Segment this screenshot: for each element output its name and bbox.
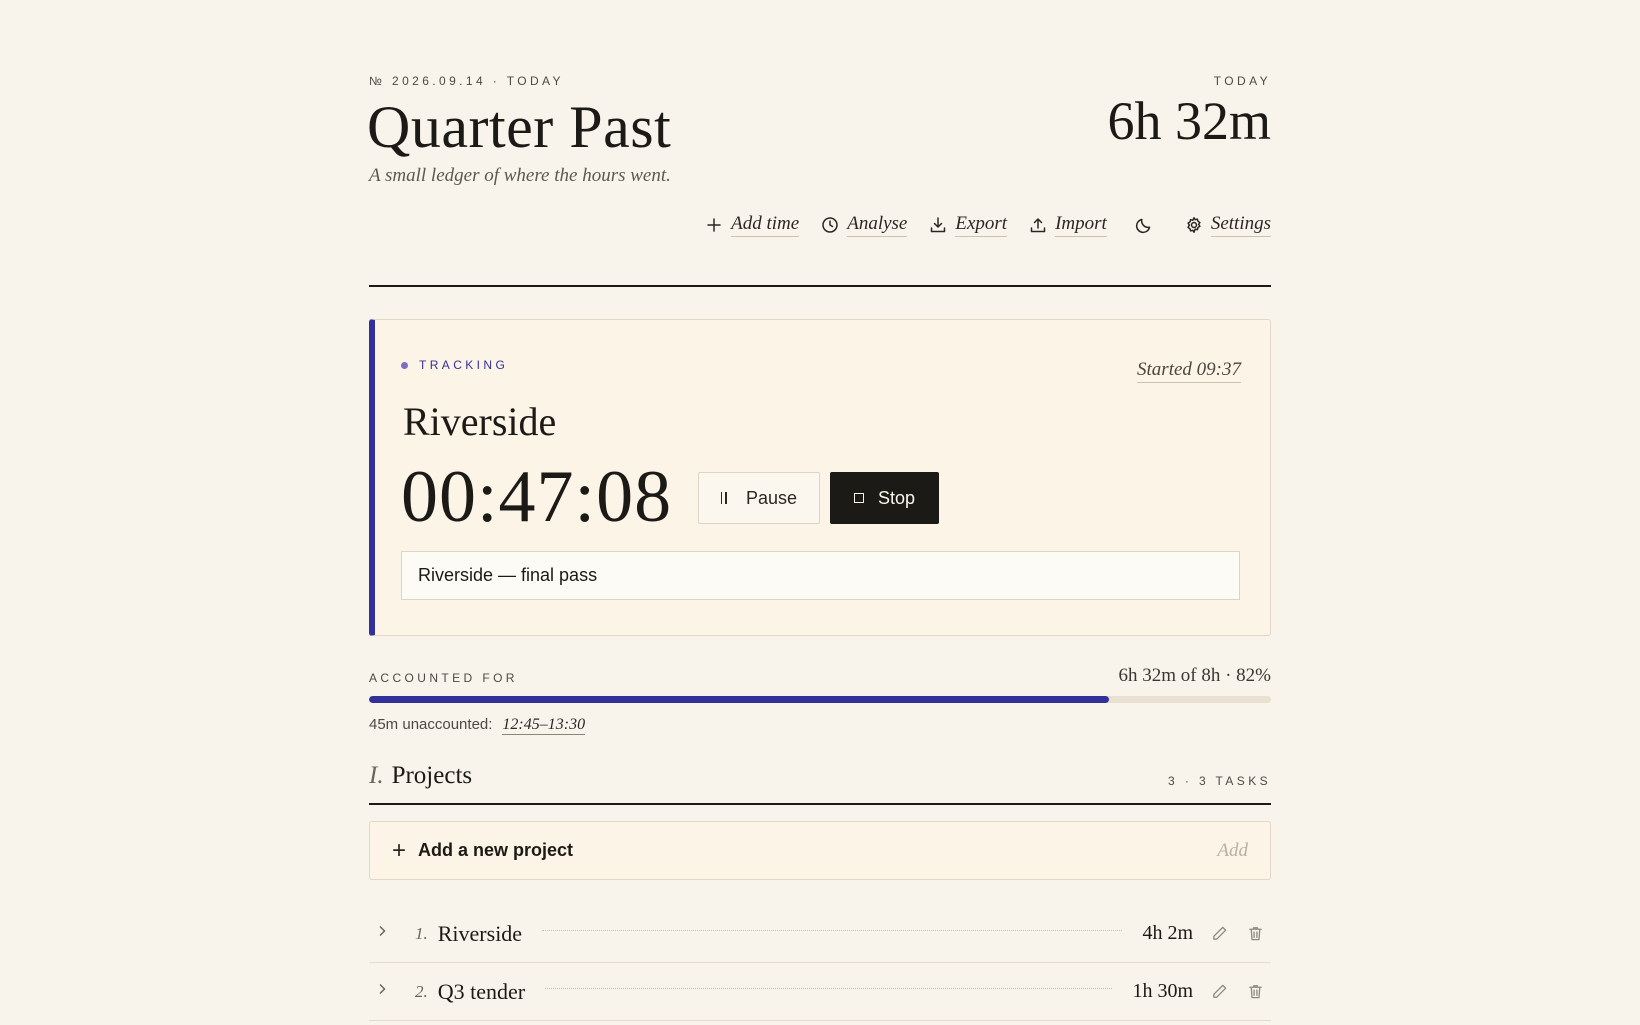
upload-icon xyxy=(1030,218,1046,233)
export-button[interactable]: Export xyxy=(929,213,1008,237)
project-name: Riverside xyxy=(437,920,523,946)
pause-button[interactable]: Pause xyxy=(698,472,820,524)
import-label: Import xyxy=(1055,213,1107,237)
chevron-right-icon[interactable] xyxy=(375,924,395,943)
project-row[interactable]: 2. Q3 tender 1h 30m xyxy=(369,963,1271,1021)
tracking-project-name: Riverside xyxy=(403,399,557,444)
projects-section-header: I. Projects 3 · 3 TASKS xyxy=(369,762,1271,790)
toolbar: Add time Analyse Export Import Settings xyxy=(683,213,1271,237)
export-label: Export xyxy=(955,213,1008,237)
import-button[interactable]: Import xyxy=(1029,213,1107,237)
dotted-leader xyxy=(542,930,1123,931)
section-title: Projects xyxy=(391,762,473,789)
page-title: Quarter Past xyxy=(367,94,672,160)
accounted-progress-bar xyxy=(369,696,1271,703)
section-numeral: I. xyxy=(369,762,384,789)
today-total: 6h 32m xyxy=(1107,91,1271,151)
pause-label: Pause xyxy=(745,487,798,508)
project-index: 1. xyxy=(415,923,428,943)
tracking-status: TRACKING xyxy=(401,358,508,372)
analyse-button[interactable]: Analyse xyxy=(821,213,908,237)
add-project-placeholder: Add a new project xyxy=(418,840,574,860)
tracking-card: TRACKING Started 09:37 Riverside 00:47:0… xyxy=(369,319,1271,636)
clock-icon xyxy=(822,217,838,233)
analyse-label: Analyse xyxy=(847,213,908,237)
issue-date: № 2026.09.14 · TODAY xyxy=(369,74,564,88)
pause-icon xyxy=(720,492,730,504)
gear-icon xyxy=(1187,217,1201,233)
plus-icon: + xyxy=(392,836,407,864)
accounted-progress-fill xyxy=(369,696,1109,703)
project-row[interactable]: 1. Riverside 4h 2m xyxy=(369,905,1271,963)
header-divider xyxy=(369,285,1271,287)
stop-icon xyxy=(853,493,864,503)
projects-count: 3 · 3 TASKS xyxy=(1168,774,1271,788)
add-time-button[interactable]: Add time xyxy=(705,213,800,237)
unaccounted-range-link[interactable]: 12:45–13:30 xyxy=(502,716,586,735)
status-dot-icon xyxy=(401,361,408,369)
elapsed-timer: 00:47:08 xyxy=(401,456,673,538)
add-project-field[interactable]: + Add a new project Add xyxy=(369,821,1271,880)
plus-icon xyxy=(707,218,721,232)
project-duration: 4h 2m xyxy=(1142,922,1193,944)
unaccounted-label: 45m unaccounted: xyxy=(369,716,493,733)
pencil-icon[interactable] xyxy=(1211,925,1229,943)
page-subtitle: A small ledger of where the hours went. xyxy=(369,165,671,186)
accounted-value: 6h 32m of 8h · 82% xyxy=(1118,665,1271,686)
theme-toggle-button[interactable] xyxy=(1135,216,1153,234)
started-time[interactable]: Started 09:37 xyxy=(1137,359,1241,383)
add-time-label: Add time xyxy=(731,213,800,237)
moon-icon xyxy=(1135,218,1151,234)
pencil-icon[interactable] xyxy=(1211,983,1229,1001)
stop-button[interactable]: Stop xyxy=(830,472,939,524)
stop-label: Stop xyxy=(877,487,916,508)
chevron-right-icon[interactable] xyxy=(375,982,395,1001)
today-label: TODAY xyxy=(1213,74,1271,88)
section-divider xyxy=(369,803,1271,805)
add-project-button[interactable]: Add xyxy=(1217,840,1248,862)
project-duration: 1h 30m xyxy=(1132,980,1193,1002)
project-name: Q3 tender xyxy=(437,978,526,1004)
trash-icon[interactable] xyxy=(1247,983,1265,1001)
unaccounted-note: 45m unaccounted: 12:45–13:30 xyxy=(369,716,586,735)
accounted-label: ACCOUNTED FOR xyxy=(369,671,518,685)
settings-label: Settings xyxy=(1210,213,1271,237)
page: № 2026.09.14 · TODAY Quarter Past A smal… xyxy=(0,0,1640,1025)
task-description-input[interactable] xyxy=(401,551,1240,600)
dotted-leader xyxy=(545,988,1113,989)
download-icon xyxy=(931,217,946,233)
trash-icon[interactable] xyxy=(1247,925,1265,943)
tracking-status-label: TRACKING xyxy=(419,358,509,372)
project-index: 2. xyxy=(415,981,428,1001)
settings-button[interactable]: Settings xyxy=(1185,213,1271,237)
